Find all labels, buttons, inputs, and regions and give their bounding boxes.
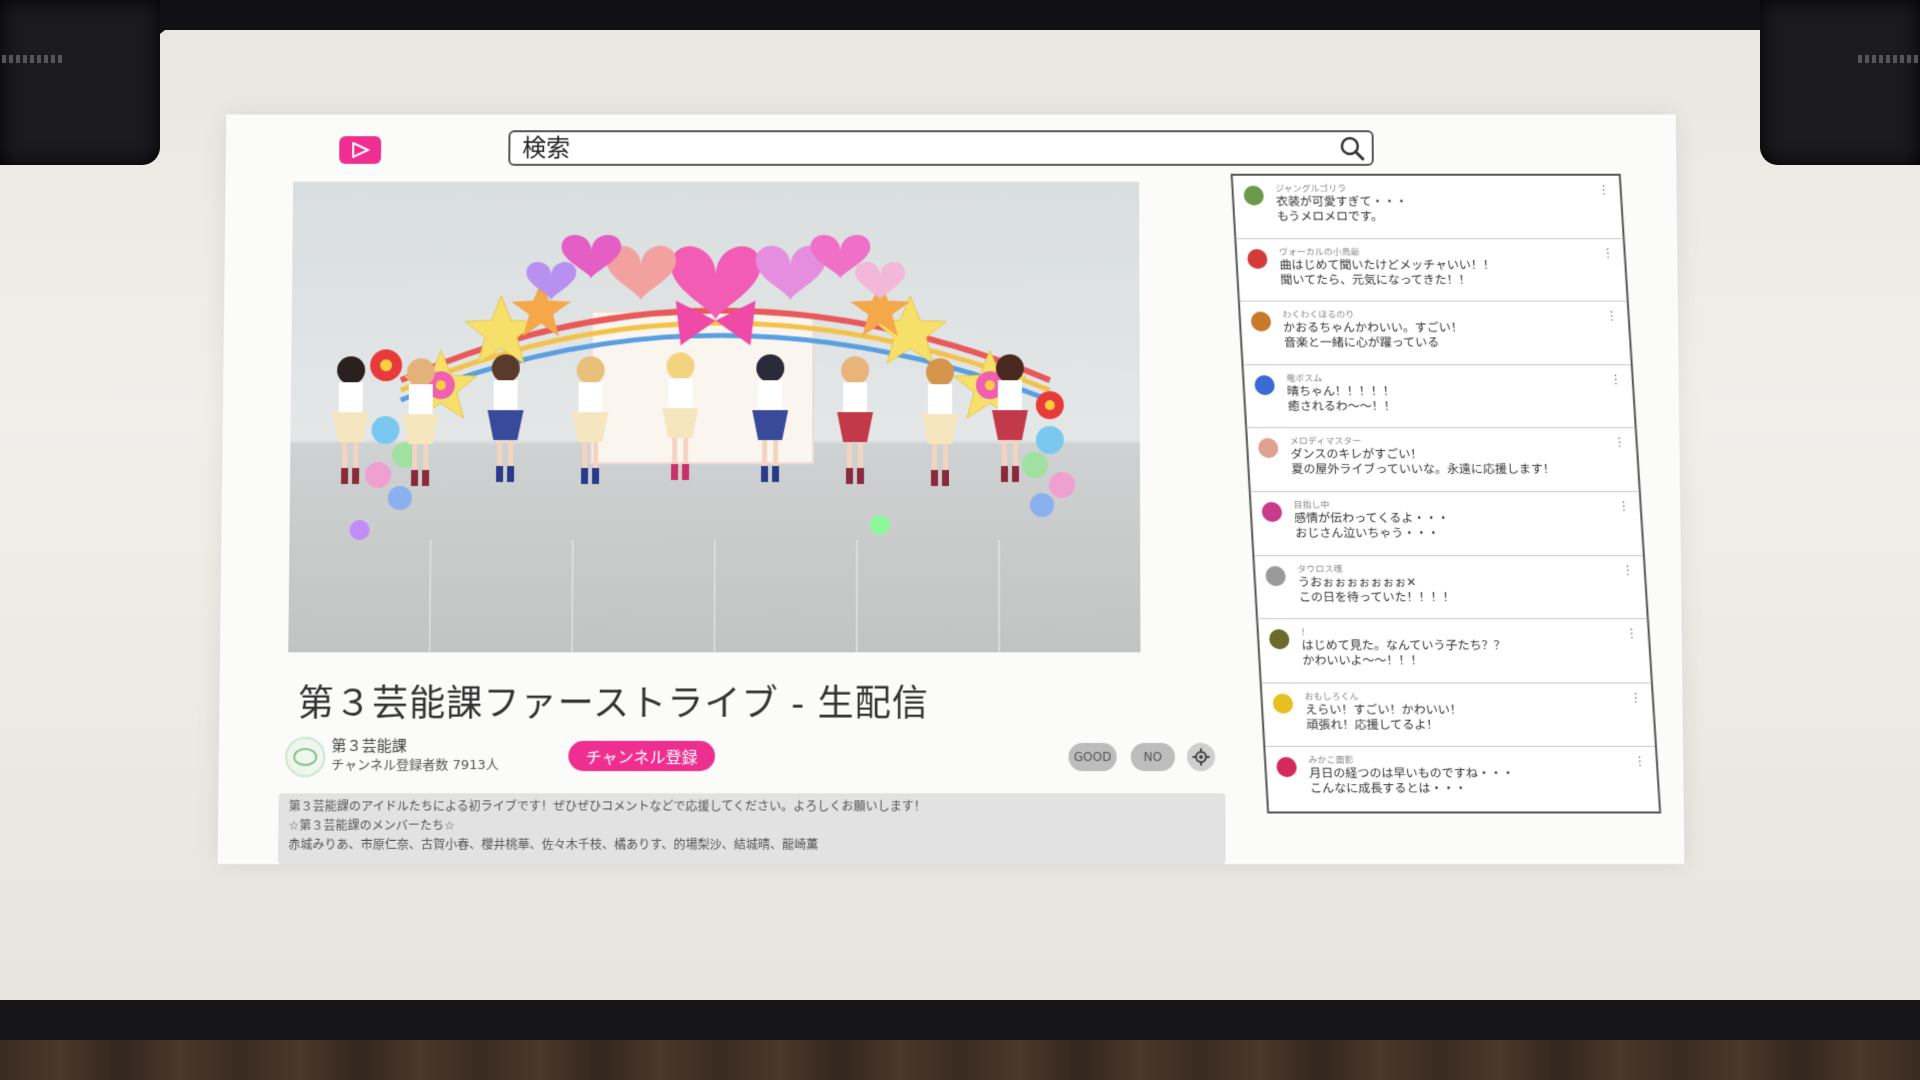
kebab-menu-icon[interactable]: ⋮ [1629, 690, 1642, 704]
chat-comment[interactable]: ！はじめて見た。なんていう子たち？？ かわいいよ〜〜！！！ ⋮ [1258, 619, 1651, 684]
search-icon[interactable] [1332, 132, 1372, 164]
comment-text: はじめて見た。なんていう子たち？？ かわいいよ〜〜！！！ [1301, 638, 1507, 668]
chat-comment[interactable]: みかこ面影 月日の経つのは早いものですね・・・ こんなに成長するとは・・・ ⋮ [1265, 747, 1659, 811]
description-line: ☆第３芸能課のメンバーたち☆ [288, 818, 455, 833]
wooden-floor [0, 1040, 1920, 1080]
comment-username[interactable]: 目指し中 [1293, 498, 1616, 511]
comment-text: うおぉぉぉぉぉぉぉ✕ この日を待っていた！！！！ [1297, 574, 1455, 604]
comment-text: えらい！すごい！かわいい！ 頑張れ！応援してるよ！ [1304, 702, 1463, 732]
comment-text: 月日の経つのは早いものですね・・・ こんなに成長するとは・・・ [1308, 766, 1515, 796]
kebab-menu-icon[interactable]: ⋮ [1613, 435, 1626, 449]
chat-comment[interactable]: ヴォーカルの小鳥爺 曲はじめて聞いたけどメッチャいい！！ 聞いてたら、元気になって… [1236, 238, 1627, 302]
comment-username[interactable]: おもしろくん [1304, 689, 1628, 702]
description-line: 赤城みりあ、市原仁奈、古賀小春、櫻井桃華、佐々木千枝、橘ありす、的場梨沙、結城晴… [288, 837, 819, 852]
kebab-menu-icon[interactable]: ⋮ [1625, 626, 1638, 640]
video-player[interactable] [288, 181, 1141, 653]
kebab-menu-icon[interactable]: ⋮ [1605, 309, 1618, 323]
chat-comment[interactable]: 竜ボスム 晴ちゃん！！！！！ 癒されるわ〜〜！！ ⋮ [1243, 365, 1635, 429]
screen-frame-top [0, 0, 1920, 32]
channel-avatar[interactable] [284, 736, 326, 778]
comment-text: 曲はじめて聞いたけどメッチャいい！！ 聞いてたら、元気になってきた！！ [1279, 257, 1496, 287]
play-logo-icon[interactable] [339, 136, 382, 164]
video-title: 第３芸能課ファーストライブ - 生配信 [297, 683, 930, 725]
comment-avatar [1243, 185, 1265, 206]
comment-avatar [1250, 311, 1272, 332]
comment-username[interactable]: ！ [1301, 625, 1625, 638]
comment-username[interactable]: タウロス魂 [1297, 562, 1620, 575]
description-line: 第３芸能課のアイドルたちによる初ライブです！ぜひぜひコメントなどで応援してくださ… [288, 799, 926, 814]
comment-avatar [1265, 565, 1287, 586]
comment-text: ダンスのキレがすごい！ 夏の屋外ライブっていいな。永遠に応援します！ [1290, 447, 1556, 477]
chat-comment[interactable]: おもしろくん えらい！すごい！かわいい！ 頑張れ！応援してるよ！ ⋮ [1261, 683, 1655, 748]
left-speaker [0, 0, 160, 165]
comment-username[interactable]: わくわくほるのり [1282, 308, 1604, 321]
chat-comment[interactable]: タウロス魂 うおぉぉぉぉぉぉぉ✕ この日を待っていた！！！！ ⋮ [1254, 555, 1647, 620]
comment-avatar [1254, 375, 1276, 395]
kebab-menu-icon[interactable]: ⋮ [1633, 754, 1646, 768]
subscribe-button[interactable]: チャンネル登録 [568, 740, 716, 772]
kebab-menu-icon[interactable]: ⋮ [1609, 372, 1622, 386]
gear-icon[interactable] [1186, 742, 1216, 772]
search-bar[interactable] [508, 130, 1374, 166]
comment-username[interactable]: みかこ面影 [1308, 753, 1632, 766]
chat-comment[interactable]: ジャングルゴリラ 衣装が可愛すぎて・・・ もうメロメロです。 ⋮ [1232, 175, 1623, 239]
comment-text: かおるちゃんかわいい。すごい！ 音楽と一緒に心が躍っている [1282, 320, 1464, 350]
channel-name[interactable]: 第３芸能課 [331, 735, 407, 756]
comment-username[interactable]: ヴォーカルの小鳥爺 [1278, 245, 1600, 258]
chat-comment[interactable]: 目指し中 感情が伝わってくるよ・・・ おじさん泣いちゃう・・・ ⋮ [1250, 491, 1643, 556]
comment-avatar [1261, 501, 1283, 522]
comment-avatar [1272, 693, 1294, 714]
good-button[interactable]: GOOD [1068, 742, 1117, 772]
comment-text: 感情が伝わってくるよ・・・ おじさん泣いちゃう・・・ [1293, 510, 1450, 540]
search-input[interactable] [510, 133, 1333, 163]
comment-username[interactable]: 竜ボスム [1286, 371, 1608, 384]
comment-avatar [1276, 757, 1298, 778]
chat-comment[interactable]: メロディマスター ダンスのキレがすごい！ 夏の屋外ライブっていいな。永遠に応援しま… [1247, 428, 1639, 492]
comment-text: 晴ちゃん！！！！！ 癒されるわ〜〜！！ [1286, 384, 1397, 413]
video-description: 第３芸能課のアイドルたちによる初ライブです！ぜひぜひコメントなどで応援してくださ… [277, 793, 1226, 865]
kebab-menu-icon[interactable]: ⋮ [1601, 246, 1614, 260]
live-chat-panel[interactable]: ジャングルゴリラ 衣装が可愛すぎて・・・ もうメロメロです。 ⋮ ヴォーカルの小鳥爺曲… [1230, 173, 1662, 814]
no-button[interactable]: NO [1130, 742, 1176, 772]
right-speaker [1760, 0, 1920, 165]
comment-avatar [1257, 438, 1279, 459]
video-page: 第３芸能課ファーストライブ - 生配信 第３芸能課 チャンネル登録者数 7913… [217, 114, 1685, 865]
comment-text: 衣装が可愛すぎて・・・ もうメロメロです。 [1275, 194, 1408, 224]
kebab-menu-icon[interactable]: ⋮ [1617, 499, 1630, 513]
kebab-menu-icon[interactable]: ⋮ [1597, 183, 1610, 197]
comment-avatar [1246, 248, 1268, 269]
chat-comment[interactable]: わくわくほるのり かおるちゃんかわいい。すごい！ 音楽と一緒に心が躍っている ⋮ [1239, 301, 1631, 366]
kebab-menu-icon[interactable]: ⋮ [1621, 563, 1634, 577]
comment-username[interactable]: メロディマスター [1289, 434, 1612, 447]
comment-avatar [1268, 629, 1290, 650]
stage-decorations [333, 234, 1076, 540]
comment-username[interactable]: ジャングルゴリラ [1275, 182, 1596, 195]
subscriber-count: チャンネル登録者数 7913人 [331, 757, 499, 774]
